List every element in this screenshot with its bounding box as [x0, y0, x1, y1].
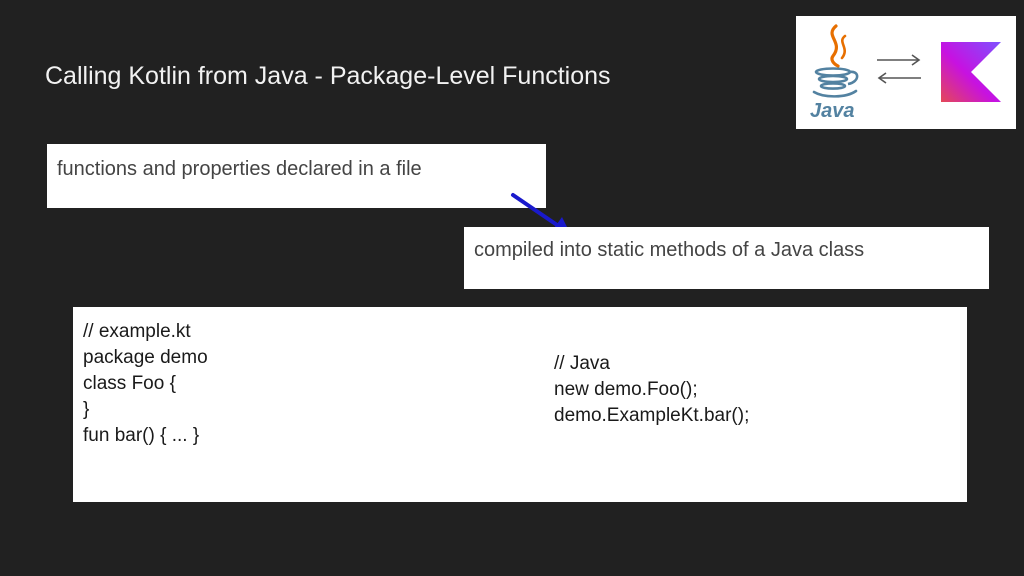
java-code-line: new demo.Foo();: [554, 379, 698, 400]
kotlin-code-line: fun bar() { ... }: [83, 425, 200, 446]
kotlin-code-line: // example.kt: [83, 321, 191, 342]
code-example-panel: // example.kt package demo class Foo { }…: [73, 307, 967, 502]
kotlin-logo-icon: [941, 42, 1001, 102]
java-logo-icon: Java: [810, 24, 859, 122]
kotlin-code-line: }: [83, 399, 90, 420]
callout-compiled-static-methods: compiled into static methods of a Java c…: [464, 227, 989, 289]
kotlin-code-line: class Foo {: [83, 373, 176, 394]
kotlin-code-block: // example.kt package demo class Foo { }…: [83, 319, 208, 449]
java-code-line: // Java: [554, 353, 610, 374]
java-code-block: // Java new demo.Foo(); demo.ExampleKt.b…: [554, 351, 749, 429]
swap-arrows-icon: [877, 54, 921, 84]
java-wordmark: Java: [810, 100, 855, 122]
kotlin-code-line: package demo: [83, 347, 208, 368]
logo-panel: Java: [796, 16, 1016, 129]
slide-title: Calling Kotlin from Java - Package-Level…: [45, 62, 611, 90]
callout-declared-in-file: functions and properties declared in a f…: [47, 144, 546, 208]
java-code-line: demo.ExampleKt.bar();: [554, 405, 750, 426]
